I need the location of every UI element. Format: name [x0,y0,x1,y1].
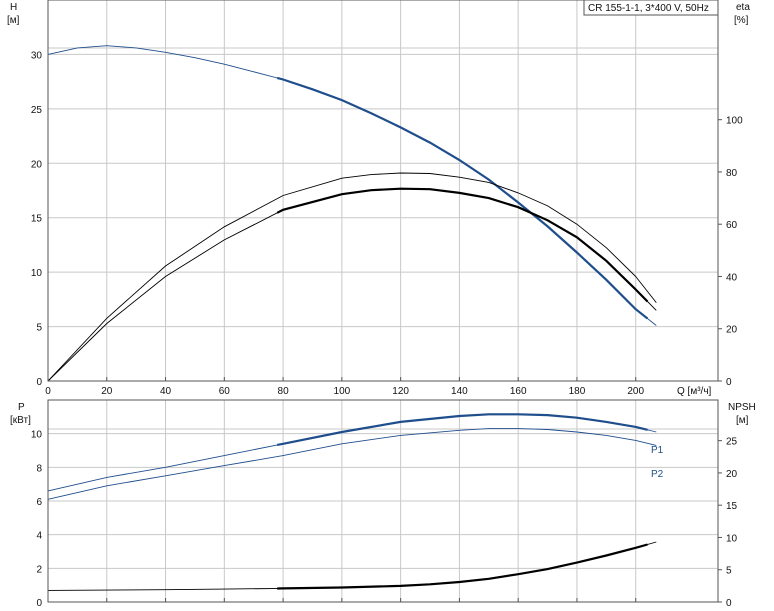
series-line-p1 [47,413,657,492]
pump-performance-chart: 0 20 40 60 80 100 120 140 160 180 2000510152025300… [7,0,756,609]
y-left-tick-label: 15 [31,214,43,225]
x-tick-label: 80 [278,386,290,397]
x-tick-label: 200 [627,386,644,397]
y-left-tick-label: 0 [36,598,42,609]
y-axis-name-p: P [18,402,25,413]
x-tick-label: 120 [392,386,409,397]
y-left-tick-label: 5 [36,323,42,334]
series-line-h [47,45,657,326]
y-left-tick-label: 10 [31,430,43,441]
y-left-tick-label: 10 [31,268,43,279]
series-line-eta_upper [47,172,657,382]
y-left-tick-label: 20 [31,159,43,170]
y-right-tick-label: 0 [726,377,732,388]
y-right-tick-label: 80 [726,168,738,179]
series-top [47,45,657,382]
x-tick-label: 100 [334,386,351,397]
y-axis-name-h: H [10,2,17,13]
y-right-tick-label: 10 [726,533,738,544]
y-right-tick-label: 0 [726,598,732,609]
y-right-tick-label: 15 [726,501,738,512]
y-axis-name-eta: eta [736,2,750,13]
series-operating-range-eta [276,187,649,303]
y-left-tick-label: 8 [36,463,42,474]
y-left-tick-label: 6 [36,497,42,508]
series-label-p1: P1 [651,445,664,456]
y-axis-unit-h: [м] [7,15,20,26]
series-operating-range-p1 [276,413,648,446]
y-axis-name-npsh: NPSH [728,402,756,413]
y-left-tick-label: 30 [31,50,43,61]
y-right-tick-label: 60 [726,220,738,231]
x-tick-label: 140 [451,386,468,397]
y-left-tick-label: 25 [31,105,43,116]
x-tick-label: 0 [45,386,51,397]
y-left-tick-label: 2 [36,564,42,575]
x-tick-label: 40 [160,386,172,397]
y-left-tick-label: 0 [36,377,42,388]
chart-title: CR 155-1-1, 3*400 V, 50Hz [588,3,709,14]
x-axis-label: Q [м³/ч] [677,386,712,397]
tick-labels: 0 20 40 60 80 100 120 140 160 180 2000510152025300… [31,50,743,609]
grid-bottom [47,400,722,603]
series-line-p2 [47,428,657,500]
y-right-tick-label: 40 [726,272,738,283]
series-label-p2: P2 [651,469,664,480]
y-right-tick-label: 20 [726,325,738,336]
series-operating-range-npsh [277,543,648,590]
y-axis-unit-eta: [%] [734,15,749,26]
x-tick-label: 160 [510,386,527,397]
y-right-tick-label: 20 [726,469,738,480]
y-axis-unit-p: [кВт] [10,415,31,426]
x-tick-label: 60 [219,386,231,397]
series-operating-range-h [276,76,649,320]
y-left-tick-label: 4 [36,531,42,542]
y-right-tick-label: 5 [726,566,732,577]
y-axis-unit-npsh: [м] [736,415,749,426]
series-bottom [47,413,657,591]
x-tick-label: 20 [101,386,113,397]
y-right-tick-label: 25 [726,437,738,448]
y-right-tick-label: 100 [726,116,743,127]
x-tick-label: 180 [569,386,586,397]
